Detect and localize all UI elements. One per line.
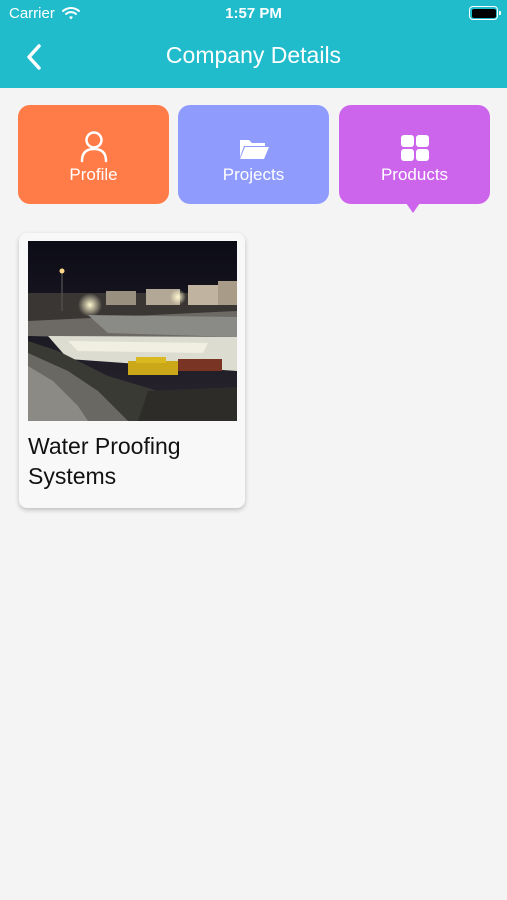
product-card[interactable]: Water Proofing Systems: [19, 233, 245, 508]
tab-label: Projects: [222, 165, 285, 184]
tab-label: Products: [380, 165, 449, 184]
status-bar: Carrier 1:57 PM: [0, 0, 507, 28]
battery-icon: [469, 6, 501, 20]
tab-products[interactable]: Products: [339, 105, 490, 204]
page-title: Company Details: [165, 42, 342, 68]
product-image: [28, 241, 237, 421]
status-time: 1:57 PM: [225, 5, 282, 22]
tab-profile[interactable]: Profile: [18, 105, 169, 204]
selected-tab-indicator: [406, 203, 420, 213]
tab-label: Profile: [69, 165, 118, 184]
user-icon: [18, 131, 169, 163]
header-bar: Carrier 1:57 PM Company Details: [0, 0, 507, 88]
tab-projects[interactable]: Projects: [178, 105, 329, 204]
grid-icon: [339, 135, 490, 161]
folder-icon: [178, 135, 329, 161]
product-title: Water Proofing Systems: [28, 433, 181, 489]
